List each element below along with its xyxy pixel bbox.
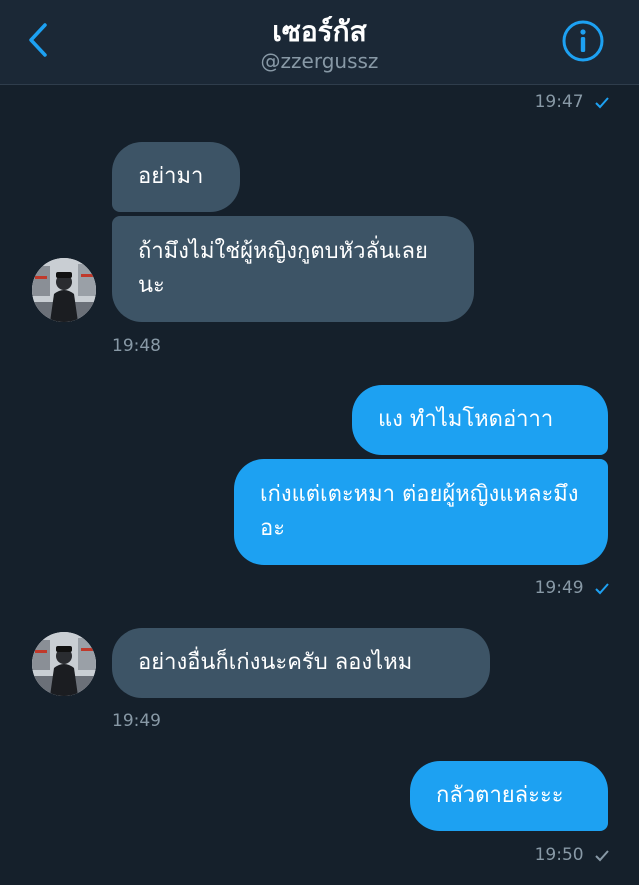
user-avatar-photo: [32, 632, 96, 696]
message-timestamp: 19:49: [112, 711, 161, 731]
message-timestamp: 19:49: [535, 578, 609, 598]
avatar[interactable]: [32, 632, 96, 696]
outgoing-message[interactable]: แง ทำไมโหดอ่าาา: [352, 385, 608, 455]
avatar[interactable]: [32, 258, 96, 322]
message-timestamp: 19:50: [535, 845, 609, 865]
conversation-title: เซอร์กัส: [272, 15, 367, 48]
outgoing-message[interactable]: เก่งแต่เตะหมา ต่อยผู้หญิงแหละมึงอะ: [234, 459, 608, 565]
sent-check-icon: [595, 850, 609, 862]
info-button[interactable]: [560, 18, 606, 64]
conversation-handle: @zzergussz: [260, 49, 379, 73]
message-timestamp: 19:48: [112, 336, 161, 356]
incoming-message[interactable]: ถ้ามึงไม่ใช่ผู้หญิงกูตบหัวลั่นเลยนะ: [112, 216, 474, 322]
info-icon: [562, 20, 604, 62]
user-avatar-photo: [32, 258, 96, 322]
conversation-header: เซอร์กัส @zzergussz: [0, 0, 639, 85]
message-timestamp: 19:47: [535, 92, 609, 112]
outgoing-message[interactable]: กลัวตายล่ะะะ: [410, 761, 608, 831]
read-check-icon: [595, 97, 609, 109]
read-check-icon: [595, 583, 609, 595]
incoming-message[interactable]: อย่ามา: [112, 142, 240, 212]
incoming-message[interactable]: อย่างอื่นก็เก่งนะครับ ลองไหม: [112, 628, 490, 698]
